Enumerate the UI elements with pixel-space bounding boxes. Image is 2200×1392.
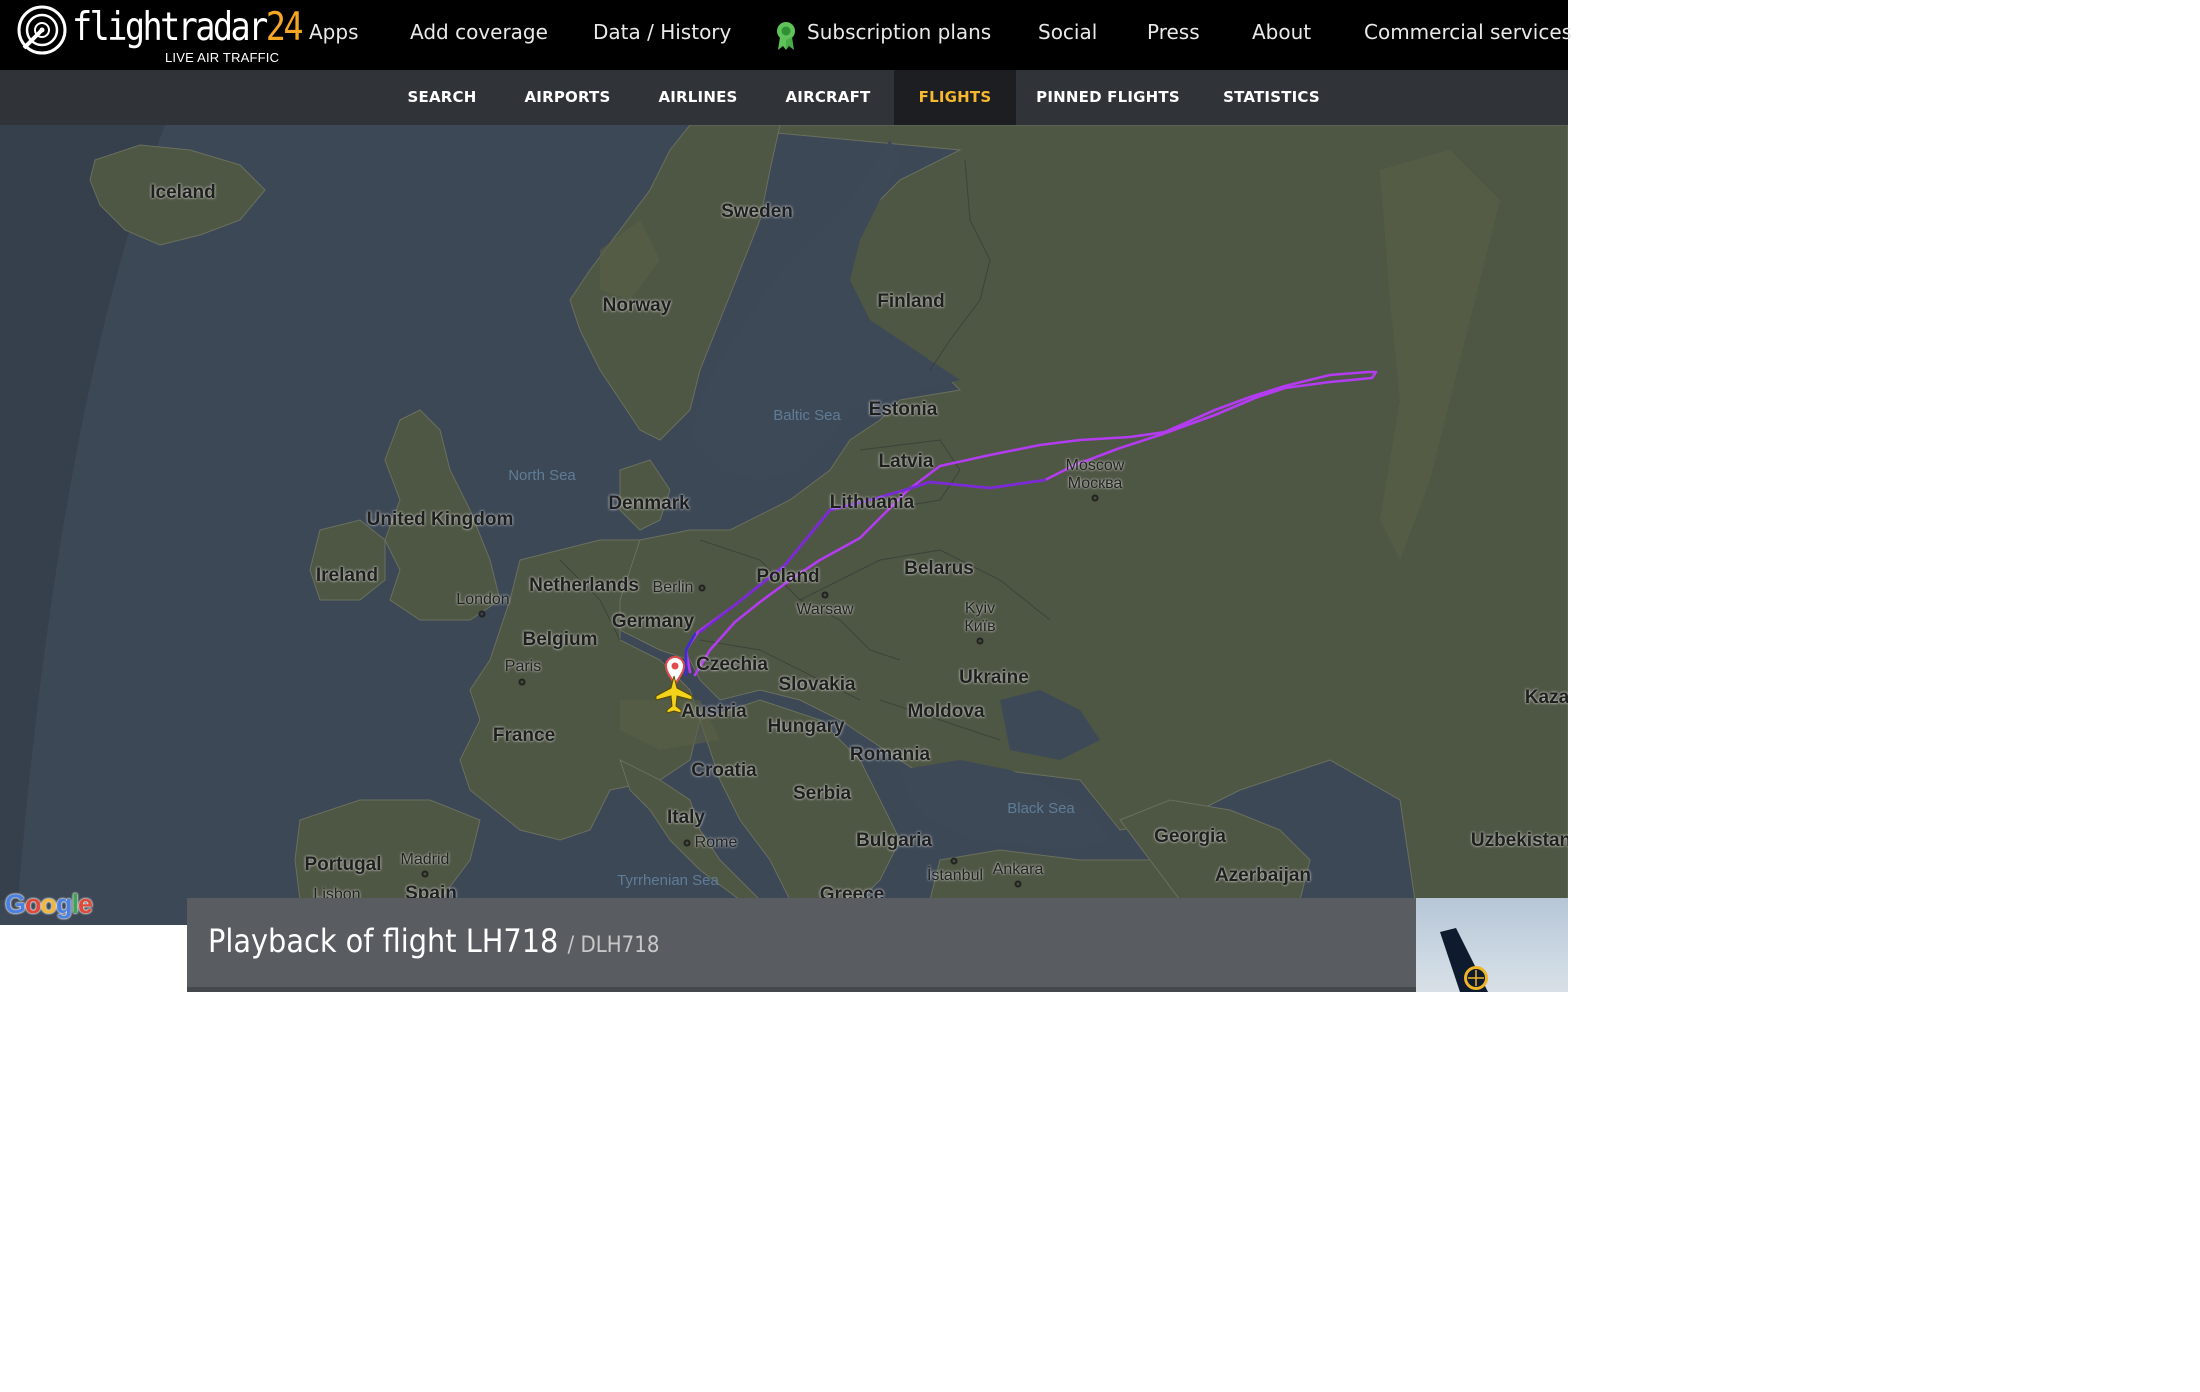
label-ukraine: Ukraine [959, 667, 1029, 688]
label-estonia: Estonia [868, 399, 938, 420]
tab-airports[interactable]: AIRPORTS [515, 70, 620, 125]
nav-data-history[interactable]: Data / History [593, 20, 731, 44]
sub-navigation-bar: SEARCH AIRPORTS AIRLINES AIRCRAFT FLIGHT… [0, 70, 1568, 125]
tail-image [1440, 928, 1488, 992]
flight-title: Playback of flight LH718 [208, 922, 559, 960]
label-ireland: Ireland [315, 565, 379, 586]
flightradar24-logo[interactable]: flightradar24 LIVE AIR TRAFFIC [16, 4, 304, 66]
label-black-sea: Black Sea [1007, 800, 1075, 817]
label-czechia: Czechia [696, 654, 768, 675]
city-dot-warsaw [821, 591, 829, 599]
tab-statistics[interactable]: STATISTICS [1214, 70, 1329, 125]
label-finland: Finland [877, 291, 945, 312]
label-tyrrhenian-sea: Tyrrhenian Sea [617, 872, 719, 889]
map-canvas [0, 125, 1568, 992]
label-rome: Rome [694, 834, 738, 851]
label-berlin: Berlin [652, 579, 694, 596]
label-warsaw: Warsaw [796, 601, 854, 618]
city-dot-kyiv [976, 637, 984, 645]
label-bulgaria: Bulgaria [855, 830, 933, 851]
radar-icon [17, 5, 67, 55]
label-kyiv: Kyiv [964, 600, 996, 617]
google-attribution-logo[interactable]: Google [5, 889, 93, 920]
city-dot-ankara [1014, 880, 1022, 888]
label-georgia: Georgia [1154, 826, 1226, 847]
city-dot-istanbul [950, 857, 958, 865]
label-moscow-local: Москва [1067, 475, 1123, 492]
nav-about[interactable]: About [1252, 20, 1311, 44]
label-ankara: Ankara [992, 861, 1044, 878]
label-kyiv-local: Київ [964, 618, 996, 635]
label-uzbekistan: Uzbekistan [1470, 830, 1568, 851]
aircraft-photo[interactable] [1416, 898, 1568, 992]
tab-pinned-flights[interactable]: PINNED FLIGHTS [1028, 70, 1188, 125]
label-north-sea: North Sea [508, 467, 576, 484]
label-slovakia: Slovakia [778, 674, 856, 695]
nav-subscription-plans[interactable]: Subscription plans [807, 20, 991, 44]
city-dot-madrid [421, 870, 429, 878]
nav-press[interactable]: Press [1147, 20, 1200, 44]
playback-title: Playback of flight LH718 / DLH718 [208, 922, 659, 960]
flight-map[interactable]: Iceland Sweden Norway Finland Estonia La… [0, 125, 1568, 992]
label-hungary: Hungary [767, 716, 845, 737]
label-serbia: Serbia [792, 783, 852, 804]
tab-airlines[interactable]: AIRLINES [648, 70, 748, 125]
label-poland: Poland [756, 566, 820, 587]
label-united-kingdom: United Kingdom [366, 509, 514, 530]
label-baltic-sea: Baltic Sea [773, 407, 841, 424]
flight-callsign: / DLH718 [567, 933, 660, 958]
nav-commercial-services[interactable]: Commercial services [1364, 20, 1572, 44]
label-iceland: Iceland [150, 182, 216, 203]
nav-add-coverage[interactable]: Add coverage [410, 20, 548, 44]
label-italy: Italy [666, 807, 706, 828]
label-paris: Paris [504, 658, 542, 675]
top-navigation-bar: flightradar24 LIVE AIR TRAFFIC Apps Add … [0, 0, 1572, 70]
label-netherlands: Netherlands [529, 575, 639, 596]
panel-bottom-strip [187, 987, 1416, 992]
label-portugal: Portugal [304, 854, 382, 875]
playback-panel: Playback of flight LH718 / DLH718 [187, 898, 1416, 992]
label-germany: Germany [611, 611, 695, 632]
award-ribbon-icon [777, 22, 795, 50]
label-moscow: Moscow [1065, 457, 1125, 474]
city-dot-rome [683, 839, 691, 847]
label-madrid: Madrid [400, 851, 450, 868]
city-dot-berlin [698, 584, 706, 592]
nav-apps[interactable]: Apps [309, 20, 359, 44]
label-belarus: Belarus [904, 558, 974, 579]
label-moldova: Moldova [907, 701, 985, 722]
logo-wordmark: flightradar24 [72, 5, 304, 50]
label-belgium: Belgium [522, 629, 598, 650]
bottom-left-blank [0, 925, 187, 992]
label-kazakhstan: Kaza [1524, 687, 1568, 708]
label-sweden: Sweden [721, 201, 793, 222]
logo-tagline: LIVE AIR TRAFFIC [165, 50, 280, 65]
label-croatia: Croatia [691, 760, 757, 781]
nav-social[interactable]: Social [1038, 20, 1097, 44]
label-azerbaijan: Azerbaijan [1214, 865, 1312, 886]
label-lithuania: Lithuania [829, 492, 915, 513]
tab-flights[interactable]: FLIGHTS [894, 70, 1016, 125]
label-latvia: Latvia [878, 451, 934, 472]
city-dot-london [478, 610, 486, 618]
tab-aircraft[interactable]: AIRCRAFT [776, 70, 880, 125]
label-london: London [456, 591, 510, 608]
city-dot-paris [518, 678, 526, 686]
city-dot-moscow [1091, 494, 1099, 502]
tab-search[interactable]: SEARCH [395, 70, 489, 125]
label-france: France [492, 725, 556, 746]
label-istanbul: İstanbul [926, 867, 984, 884]
label-norway: Norway [602, 295, 672, 316]
label-romania: Romania [849, 744, 931, 765]
label-denmark: Denmark [608, 493, 690, 514]
label-austria: Austria [681, 701, 747, 722]
